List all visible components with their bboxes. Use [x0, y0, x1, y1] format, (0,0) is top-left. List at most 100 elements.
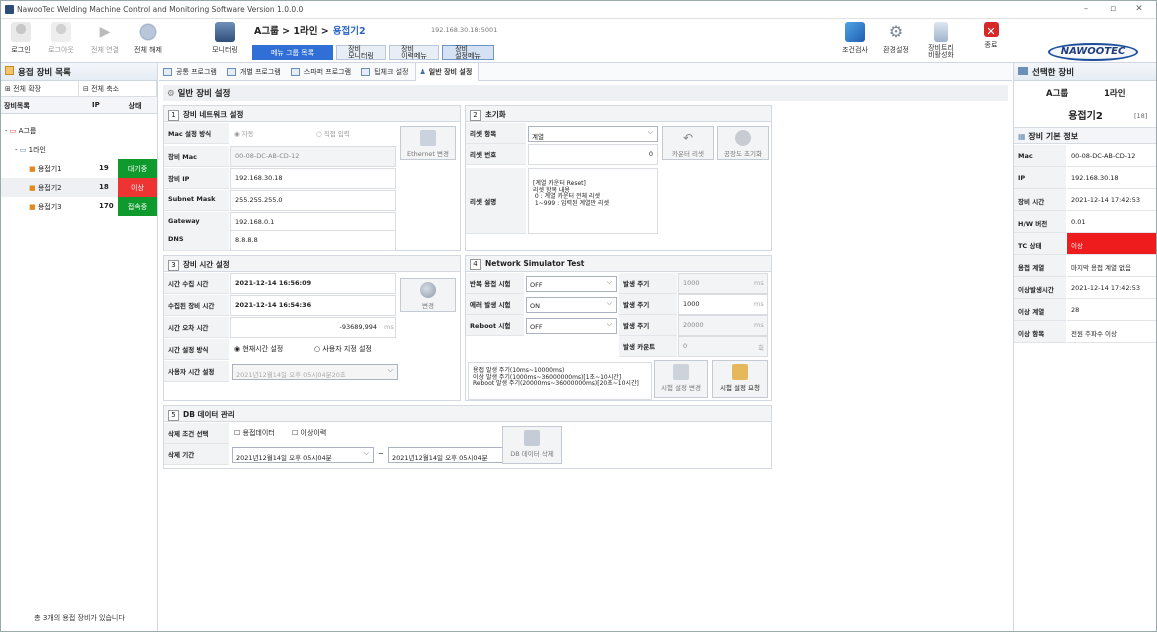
mac-manual-radio[interactable]: ○ 직접 입력: [316, 128, 350, 138]
info-error-series: 28: [1067, 299, 1156, 321]
tree-line-node[interactable]: - ▭ 1라인: [1, 140, 157, 159]
equip-history-menu[interactable]: 장비 이력메뉴: [389, 45, 439, 60]
error-history-checkbox[interactable]: ☐ 이상이력: [292, 428, 326, 438]
refresh-icon: [735, 130, 751, 146]
tab-individual-program[interactable]: 개별 프로그램: [223, 63, 287, 81]
grid-icon: [163, 67, 172, 76]
section-header: 5 DB 데이터 관리: [164, 406, 771, 422]
equip-tree-toggle-button[interactable]: 장비트리 비활성화: [919, 22, 963, 60]
monitor-icon: [1018, 67, 1028, 75]
equipment-row[interactable]: ■ 용접기2 18 이상: [1, 178, 157, 197]
main-toolbar: 로그인 로그아웃 ▶ 전체 연결 전체 해제 모니터링 A그룹 > 1라인 > 용접…: [1, 19, 1156, 63]
delete-from-picker[interactable]: 2021년12월14일 오후 05시04분: [232, 447, 374, 463]
minimize-icon[interactable]: –: [1079, 4, 1093, 14]
equipment-row[interactable]: ■ 용접기1 19 대기중: [1, 159, 157, 178]
close-icon[interactable]: ✕: [1132, 4, 1146, 14]
tab-spatter-program[interactable]: 스파퍼 프로그램: [287, 63, 357, 81]
condition-check-button[interactable]: 조건검사: [837, 22, 873, 60]
ip-field[interactable]: 192.168.30.18: [230, 168, 396, 189]
collect-time-field: 2021-12-14 16:56:09: [230, 273, 396, 294]
test-request-button[interactable]: 시험 설정 요청: [712, 360, 768, 398]
subnet-field[interactable]: 255.255.255.0: [230, 190, 396, 211]
factory-reset-button[interactable]: 공장도 초기화: [717, 126, 769, 160]
exit-button[interactable]: ✕ 종료: [971, 22, 1011, 60]
test-change-button[interactable]: 시험 설정 변경: [654, 360, 708, 398]
reset-item-select[interactable]: 계열: [528, 126, 658, 142]
page-title: ⚙ 일반 장비 설정: [163, 85, 1008, 101]
weld-test-select[interactable]: OFF: [526, 276, 617, 292]
counter-reset-button[interactable]: ↶ 카운터 리셋: [662, 126, 714, 160]
network-icon: [420, 130, 436, 146]
person-icon: ♟: [419, 67, 426, 76]
monitor-icon: [215, 22, 235, 42]
db-delete-button[interactable]: DB 데이터 삭제: [502, 426, 562, 464]
reset-description: [계열 카운터 Reset] 리셋 항목 내용 0 : 계열 카운터 전체 리셋…: [528, 168, 658, 234]
menu-group-list-button[interactable]: 메뉴 그룹 목록: [252, 45, 333, 60]
network-settings-section: 1 장비 네트워크 설정 Mac 설정 방식 ◉ 자동 ○ 직접 입력 장비 Ma…: [163, 105, 461, 251]
info-hw-version: 0.01: [1067, 211, 1156, 233]
tree-icon: [934, 22, 948, 42]
expand-all-button[interactable]: ⊞ 전체 확장: [1, 81, 79, 96]
grid-icon: [290, 67, 300, 76]
ethernet-change-button[interactable]: Ethernet 변경: [400, 126, 456, 160]
mac-auto-radio[interactable]: ◉ 자동: [234, 128, 254, 138]
tab-general-settings[interactable]: ♟ 일반 장비 설정: [414, 62, 480, 81]
user-time-radio[interactable]: ○ 사용자 지정 설정: [314, 344, 372, 354]
user-time-picker[interactable]: 2021년12월14일 오후 05시04분20초: [232, 364, 398, 380]
selected-equipment-badge: [18]: [1134, 112, 1148, 120]
reboot-test-select[interactable]: OFF: [526, 318, 617, 334]
tree-icon: [5, 66, 14, 75]
equipment-count-note: 총 3개의 용접 장비가 있습니다: [34, 614, 125, 622]
time-change-button[interactable]: 변경: [400, 278, 456, 312]
login-button[interactable]: 로그인: [7, 22, 35, 60]
info-weld-series: 마지막 용접 계열 없음: [1067, 255, 1156, 277]
info-ip: 192.168.30.18: [1067, 167, 1156, 189]
equipment-row[interactable]: ■ 용접기3 170 접속중: [1, 197, 157, 216]
current-time-radio[interactable]: ◉ 현재시간 설정: [234, 344, 283, 354]
device-address: 192.168.30.18:5001: [431, 26, 498, 34]
reset-number-field[interactable]: 0: [528, 144, 658, 165]
equip-settings-menu[interactable]: 장비 설정메뉴: [442, 45, 494, 60]
panel-title: 용접 장비 목록: [1, 63, 157, 81]
selected-group: A그룹: [1046, 89, 1069, 99]
tab-common-program[interactable]: 공통 프로그램: [159, 63, 223, 81]
section-header: 3 장비 시간 설정: [164, 256, 460, 272]
section-header: 2 초기화: [466, 106, 771, 122]
app-window: NawooTec Welding Machine Control and Mon…: [0, 0, 1157, 632]
logout-button[interactable]: 로그아웃: [43, 22, 79, 60]
gear-icon: ⚙: [167, 89, 175, 99]
tab-tip-check[interactable]: 팁체크 설정: [357, 63, 414, 81]
mac-field[interactable]: 00-08-DC-AB-CD-12: [230, 146, 396, 167]
info-error-time: 2021-12-14 17:42:53: [1067, 277, 1156, 299]
database-icon: [524, 430, 540, 446]
breadcrumb-current: 용접기2: [332, 26, 366, 37]
monitoring-button[interactable]: 모니터링: [205, 22, 245, 60]
grid-icon: ▦: [1018, 132, 1026, 141]
equip-monitoring-menu[interactable]: 장비 모니터링: [336, 45, 386, 60]
env-settings-button[interactable]: ⚙ 환경설정: [877, 22, 915, 60]
equipment-icon: ■: [29, 165, 36, 173]
line-icon: ▭: [19, 146, 27, 154]
status-badge: 이상: [118, 178, 157, 197]
disconnect-all-button[interactable]: 전체 해제: [131, 22, 165, 60]
selected-equipment-panel: 선택한 장비 A그룹 1라인 용접기2 [18] ▦ 장비 기본 정보 Mac 00…: [1013, 63, 1156, 631]
weld-data-checkbox[interactable]: ☐ 용접데이터: [234, 428, 275, 438]
dns-field[interactable]: 8.8.8.8: [230, 230, 396, 251]
col-header-ip: IP: [92, 101, 100, 109]
db-management-section: 5 DB 데이터 관리 삭제 조건 선택 ☐ 용접데이터 ☐ 이상이력 삭제 기간…: [163, 405, 772, 469]
count-field: 0: [678, 336, 768, 357]
collapse-all-button[interactable]: ⊟ 전체 축소: [79, 81, 157, 96]
tree-group-node[interactable]: - ▭ A그룹: [1, 121, 157, 140]
error-test-select[interactable]: ON: [526, 297, 617, 313]
maximize-icon[interactable]: ▫: [1106, 4, 1120, 14]
reset-section: 2초기화 리셋 항목 계열 리셋 번호 0 리셋 설명 [계열 카운터 Rese…: [465, 105, 772, 251]
exit-icon: ✕: [983, 22, 999, 38]
app-icon: [5, 5, 14, 14]
delete-to-picker[interactable]: 2021년12월14일 오후 05시04분: [388, 447, 512, 463]
info-error-item: 전원 주파수 이상: [1067, 321, 1156, 343]
time-settings-section: 3 장비 시간 설정 시간 수집 시간 2021-12-14 16:56:09 수…: [163, 255, 461, 401]
col-header-name: 장비목록: [4, 102, 30, 110]
breadcrumb: A그룹 > 1라인 > 용접기2: [254, 26, 366, 37]
connect-all-button[interactable]: ▶ 전체 연결: [87, 22, 123, 60]
equipment-icon: ■: [29, 184, 36, 192]
